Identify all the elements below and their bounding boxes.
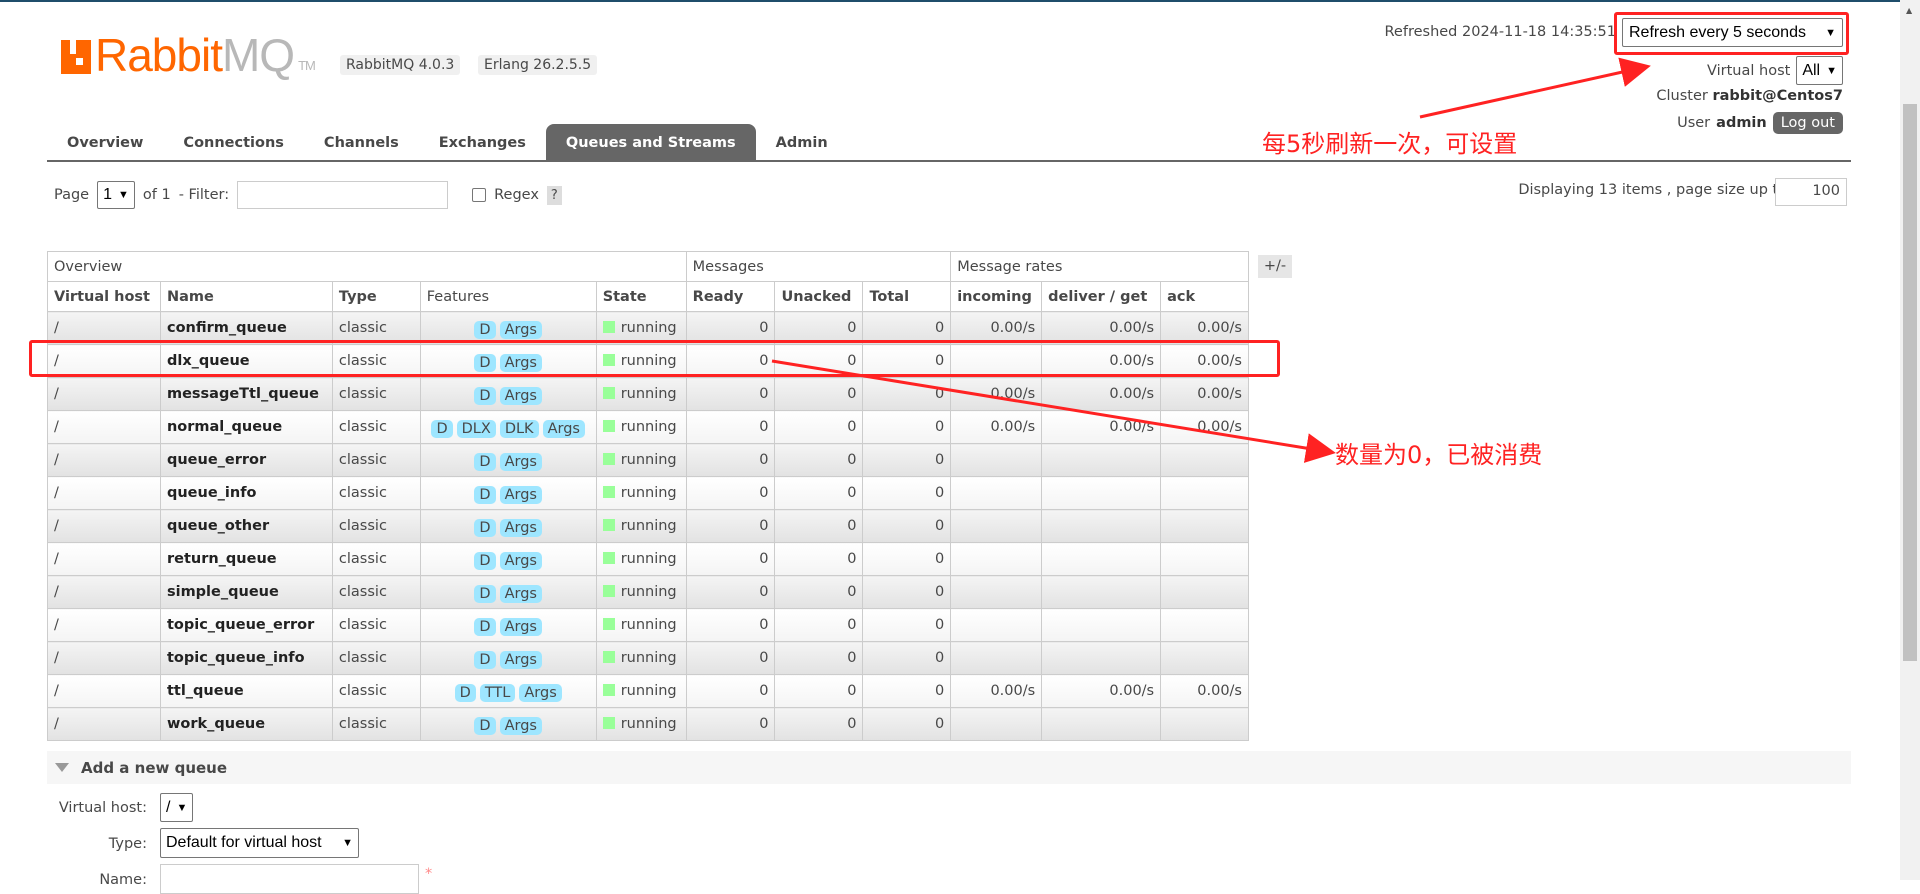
annotation-refresh-note: 每5秒刷新一次，可设置: [1262, 130, 1518, 158]
scroll-up-icon[interactable]: ▲: [1906, 6, 1912, 15]
annotation-count-note: 数量为0，已被消费: [1335, 441, 1543, 469]
annotation-arrows: [771, 57, 1651, 463]
arrow-refresh: [1419, 57, 1651, 119]
arrow-count: [771, 359, 1336, 463]
vertical-scrollbar[interactable]: ▲: [1900, 0, 1920, 880]
scrollbar-thumb[interactable]: [1903, 104, 1917, 661]
